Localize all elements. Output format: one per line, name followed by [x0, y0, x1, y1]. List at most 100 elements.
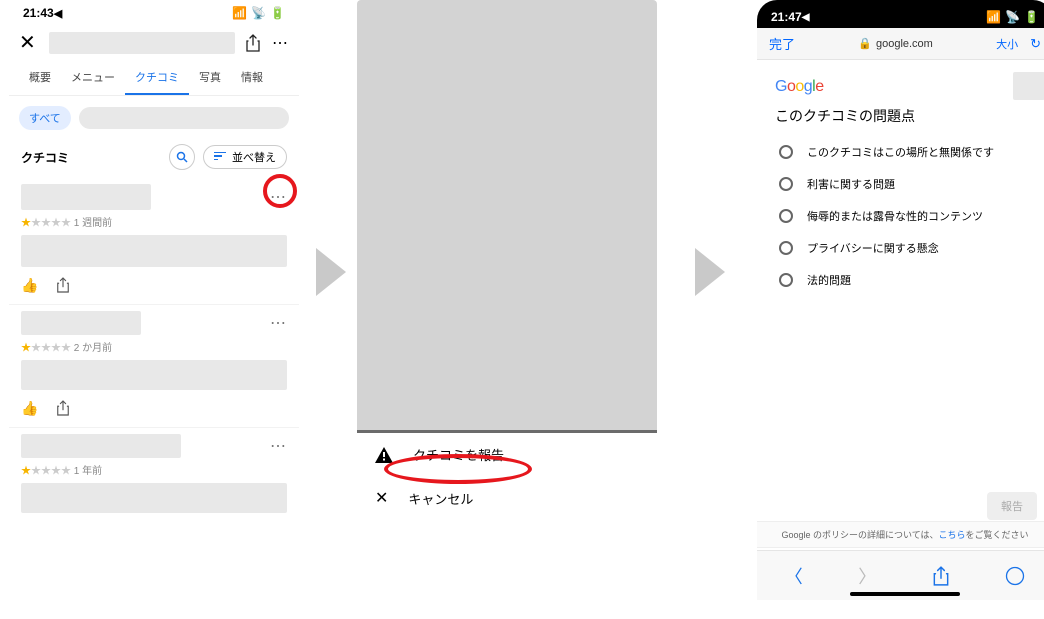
status-icons: 📶 📡 🔋	[986, 10, 1039, 24]
report-button[interactable]: 報告	[987, 492, 1037, 520]
tab-reviews[interactable]: クチコミ	[125, 61, 189, 95]
share-review-icon[interactable]	[56, 277, 70, 294]
section-title: クチコミ	[21, 149, 69, 166]
review-text-redacted	[21, 483, 287, 513]
policy-pre: Google のポリシーの詳細については、	[781, 530, 938, 540]
share-icon[interactable]	[245, 34, 261, 52]
option-label: 侮辱的または露骨な性的コンテンツ	[807, 208, 983, 224]
more-icon[interactable]: ⋯	[271, 33, 289, 53]
reviewer-redacted	[21, 311, 141, 335]
search-reviews-button[interactable]	[169, 144, 195, 170]
reload-icon[interactable]: ↻	[1030, 36, 1041, 52]
google-logo: Google	[757, 60, 842, 102]
review-item-1: ⋯ ★★★★★ 1 週間前 👍	[9, 178, 299, 305]
review-text-redacted	[21, 235, 287, 267]
radio-icon	[779, 209, 793, 223]
option-label: プライバシーに関する懸念	[807, 240, 939, 256]
sort-icon	[214, 152, 226, 163]
radio-icon	[779, 145, 793, 159]
arrow-icon	[695, 248, 725, 296]
status-icons: 📶 📡 🔋	[232, 6, 285, 20]
form-title: このクチコミの問題点	[757, 102, 1044, 136]
tab-photos[interactable]: 写真	[189, 61, 231, 95]
wifi-icon: 📡	[1005, 10, 1020, 24]
place-name-redacted	[49, 32, 235, 54]
filter-chips: すべて	[9, 96, 299, 140]
host-label: google.com	[876, 38, 933, 50]
close-icon: ✕	[375, 488, 388, 508]
textsize-button[interactable]: 大小	[996, 36, 1018, 52]
safari-toolbar: 完了 🔒 google.com 大小 ↻	[757, 28, 1044, 60]
section-header: クチコミ 並べ替え	[9, 140, 299, 178]
cancel-button[interactable]: ✕ キャンセル	[357, 476, 657, 520]
review-text-redacted	[21, 360, 287, 390]
warning-icon	[375, 447, 393, 463]
review-more-icon[interactable]: ⋯	[269, 436, 287, 456]
wifi-icon: 📡	[251, 6, 266, 20]
option-label: 法的問題	[807, 272, 851, 288]
screen-1-maps-reviews: 21:43 ◀ 📶 📡 🔋 ✕ ⋯ 概要 メニュー クチコミ 写真 情報 すべて…	[9, 0, 299, 600]
review-age: 1 週間前	[74, 218, 112, 229]
tab-overview[interactable]: 概要	[19, 61, 61, 95]
policy-footer: Google のポリシーの詳細については、こちらをご覧ください	[757, 521, 1044, 548]
policy-post: をご覧ください	[966, 530, 1029, 540]
option-offensive[interactable]: 侮辱的または露骨な性的コンテンツ	[757, 200, 1044, 232]
back-icon[interactable]: 〈	[785, 563, 803, 589]
lock-icon: 🔒	[858, 37, 872, 50]
reviewer-redacted	[21, 434, 181, 458]
option-label: 利害に関する問題	[807, 176, 895, 192]
radio-icon	[779, 241, 793, 255]
thumbs-up-icon[interactable]: 👍	[21, 277, 38, 294]
option-irrelevant[interactable]: このクチコミはこの場所と無関係です	[757, 136, 1044, 168]
arrow-icon	[316, 248, 346, 296]
radio-icon	[779, 177, 793, 191]
option-conflict[interactable]: 利害に関する問題	[757, 168, 1044, 200]
screen-3-report-form: 21:47 ◀ 📶 📡 🔋 完了 🔒 google.com 大小 ↻ Googl…	[757, 0, 1044, 600]
status-bar: 21:47 ◀ 📶 📡 🔋	[757, 0, 1044, 28]
tab-menu[interactable]: メニュー	[61, 61, 125, 95]
annotation-oval	[384, 454, 532, 484]
share-review-icon[interactable]	[56, 400, 70, 417]
chip-all[interactable]: すべて	[19, 106, 71, 130]
tabs: 概要 メニュー クチコミ 写真 情報	[9, 61, 299, 96]
safari-icon[interactable]	[1005, 566, 1025, 586]
battery-icon: 🔋	[270, 6, 285, 20]
time-label: 21:47	[771, 10, 802, 24]
tab-info[interactable]: 情報	[231, 61, 273, 95]
sort-label: 並べ替え	[232, 149, 276, 165]
screen-2-action-sheet: クチコミを報告 ✕ キャンセル	[357, 0, 657, 520]
done-button[interactable]: 完了	[769, 34, 795, 53]
location-icon: ◀	[802, 12, 810, 23]
review-age: 1 年前	[74, 466, 102, 477]
home-indicator	[850, 592, 960, 596]
thumbs-up-icon[interactable]: 👍	[21, 400, 38, 417]
signal-icon: 📶	[986, 10, 1001, 24]
cancel-label: キャンセル	[408, 489, 473, 508]
review-actions: 👍	[21, 400, 287, 417]
signal-icon: 📶	[232, 6, 247, 20]
option-legal[interactable]: 法的問題	[757, 264, 1044, 296]
location-icon: ◀	[54, 7, 62, 20]
reviewer-redacted	[21, 184, 151, 210]
chip-redacted	[79, 107, 289, 129]
option-label: このクチコミはこの場所と無関係です	[807, 144, 994, 160]
review-item-2: ⋯ ★★★★★ 2 か月前 👍	[9, 305, 299, 428]
review-item-3: ⋯ ★★★★★ 1 年前	[9, 428, 299, 523]
forward-icon: 〉	[858, 563, 876, 589]
battery-icon: 🔋	[1024, 10, 1039, 24]
review-more-icon[interactable]: ⋯	[269, 313, 287, 333]
star-rating: ★★★★★ 1 年前	[21, 462, 287, 477]
url-display[interactable]: 🔒 google.com	[858, 37, 933, 50]
sort-button[interactable]: 並べ替え	[203, 145, 287, 169]
review-actions: 👍	[21, 277, 287, 294]
review-age: 2 か月前	[74, 343, 112, 354]
time-label: 21:43	[23, 6, 54, 20]
radio-icon	[779, 273, 793, 287]
policy-link[interactable]: こちら	[939, 530, 966, 540]
option-privacy[interactable]: プライバシーに関する懸念	[757, 232, 1044, 264]
close-icon[interactable]: ✕	[19, 30, 39, 55]
avatar-redacted	[1013, 72, 1044, 100]
annotation-circle	[263, 174, 297, 208]
header: ✕ ⋯	[9, 24, 299, 61]
share-icon[interactable]	[932, 566, 950, 586]
